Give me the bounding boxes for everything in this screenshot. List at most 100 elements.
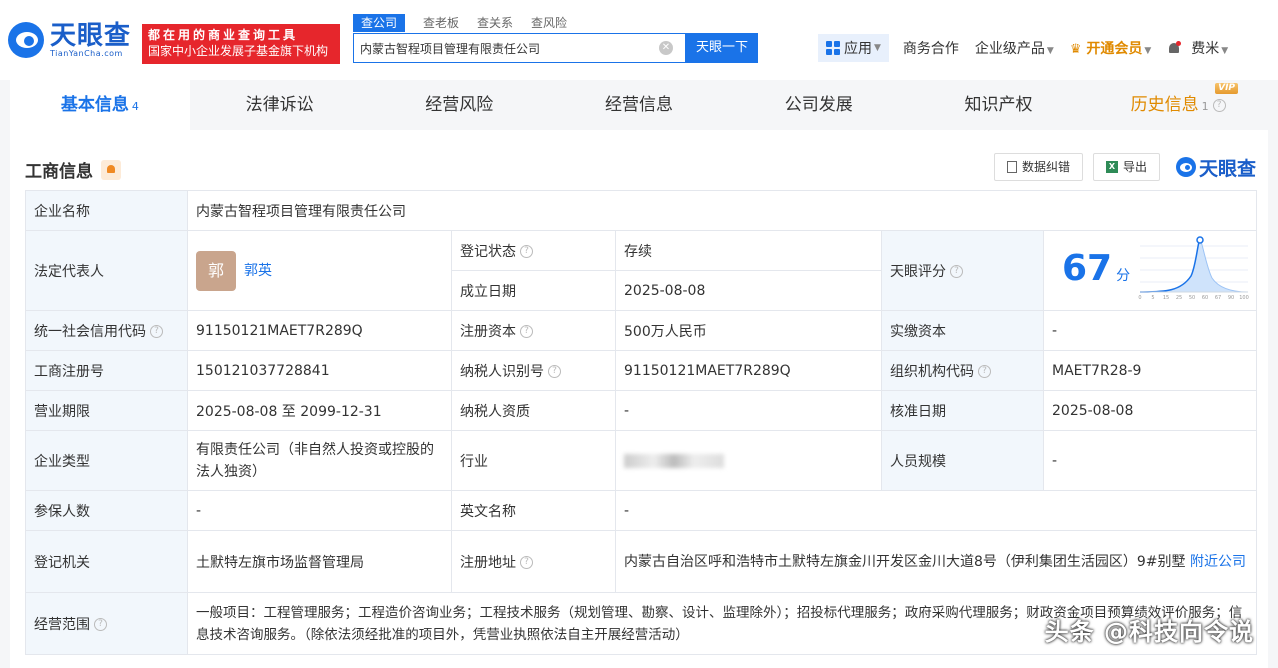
table-row: 参保人数 - 英文名称 - [25, 490, 1258, 531]
score-marker [1196, 235, 1204, 244]
help-icon[interactable]: ? [950, 265, 963, 278]
legal-rep-link[interactable]: 郭英 [244, 263, 272, 279]
industry-label: 行业 [451, 430, 616, 491]
apps-grid-icon [826, 41, 840, 55]
clear-icon[interactable]: ✕ [659, 41, 673, 55]
score-tick-label: 100 [1239, 295, 1249, 301]
help-icon[interactable]: ? [94, 618, 107, 631]
tab-ip[interactable]: 知识产权 [909, 80, 1089, 130]
tab-development[interactable]: 公司发展 [729, 80, 909, 130]
section-tools: 数据纠错 X 导出 天眼查 [993, 153, 1256, 181]
taxpayer-id-label: 纳税人识别号? [451, 350, 616, 391]
slogan-line-1: 都在用的商业查询工具 [148, 28, 299, 42]
tab-label: 法律诉讼 [245, 95, 314, 115]
search-tab-relation[interactable]: 查关系 [477, 14, 513, 32]
header-nav: 应用 ▼ 商务合作 企业级产品 ▼ ♛ 开通会员 ▼ 费米 ▼ [818, 34, 1244, 62]
help-icon[interactable]: ? [150, 325, 163, 338]
apps-label: 应用 [844, 41, 872, 57]
score-unit: 分 [1116, 267, 1131, 284]
bell-subscribe-icon[interactable] [101, 159, 121, 180]
search-tab-risk[interactable]: 查风险 [531, 14, 567, 32]
brand-text: 天眼查 [1198, 157, 1256, 180]
table-row: 统一社会信用代码? 91150121MAET7R289Q 注册资本? 500万人… [25, 310, 1258, 351]
taxpayer-qual-label: 纳税人资质 [451, 390, 616, 431]
company-name-label: 企业名称 [25, 190, 188, 231]
chevron-down-icon: ▼ [1144, 46, 1152, 56]
vip-membership-button[interactable]: ♛ 开通会员 ▼ [1070, 38, 1151, 58]
nav-business-cooperation[interactable]: 商务合作 [903, 38, 959, 58]
authority-label: 登记机关 [25, 530, 188, 593]
tab-label: 经营风险 [425, 95, 494, 115]
search-tab-boss[interactable]: 查老板 [423, 14, 459, 32]
chevron-down-icon: ▼ [874, 43, 881, 53]
blurred-industry [624, 453, 724, 468]
business-info-panel: 工商信息 数据纠错 X 导出 天眼查 企业名称 内蒙古智程项目管理有限责任公司 法… [10, 130, 1268, 668]
address-cell: 内蒙古自治区呼和浩特市土默特左旗金川开发区金川大道8号（伊利集团生活园区）9#别… [614, 530, 1258, 593]
industry-value [615, 430, 882, 491]
tab-basic-info[interactable]: 基本信息 4 [10, 80, 190, 130]
help-icon[interactable]: ? [520, 245, 533, 258]
avatar[interactable]: 郭 [196, 250, 236, 291]
help-icon[interactable]: ? [520, 325, 533, 338]
logo-domain: TianYanCha.com [50, 48, 123, 58]
approve-date-label: 核准日期 [881, 390, 1044, 431]
tianyancha-logo[interactable]: 天眼查 TianYanCha.com [8, 22, 131, 58]
user-menu[interactable]: 费米 ▼ [1191, 38, 1228, 58]
credit-code-value: 91150121MAET7R289Q [187, 310, 452, 351]
score-tick-label: 25 [1176, 295, 1182, 301]
section-title: 工商信息 [25, 157, 121, 182]
search-tab-company[interactable]: 查公司 [353, 14, 406, 32]
search-input[interactable] [354, 41, 654, 55]
table-row: 企业名称 内蒙古智程项目管理有限责任公司 [25, 190, 1258, 231]
tab-operation-info[interactable]: 经营信息 [549, 80, 729, 130]
type-value: 有限责任公司（非自然人投资或控股的法人独资） [187, 430, 452, 491]
logo-text: 天眼查 [50, 20, 132, 51]
scope-label-text: 经营范围 [34, 616, 90, 633]
tab-count: 1 [1201, 100, 1209, 113]
score-value: 67 分 [1062, 248, 1130, 289]
tab-legal[interactable]: 法律诉讼 [190, 80, 370, 130]
data-correction-button[interactable]: 数据纠错 [993, 153, 1083, 181]
tab-label: 公司发展 [784, 95, 853, 115]
type-label: 企业类型 [25, 430, 188, 491]
score-tick-label: 67 [1215, 295, 1221, 301]
found-date-label: 成立日期 [451, 270, 616, 311]
apps-button[interactable]: 应用 ▼ [818, 34, 889, 62]
approve-date-value: 2025-08-08 [1042, 390, 1258, 431]
reg-status-label: 登记状态? [451, 230, 616, 271]
tab-label: 经营信息 [605, 95, 674, 115]
top-header: 天眼查 TianYanCha.com 都在用的商业查询工具 国家中小企业发展子基… [0, 0, 1278, 80]
staff-label: 人员规模 [881, 430, 1044, 491]
slogan-banner: 都在用的商业查询工具 国家中小企业发展子基金旗下机构 [142, 24, 340, 64]
help-icon[interactable]: ? [1212, 98, 1226, 112]
tab-label: 历史信息 [1130, 95, 1199, 115]
insured-label: 参保人数 [25, 490, 188, 531]
export-button[interactable]: X 导出 [1092, 153, 1160, 181]
score-label-text: 天眼评分 [890, 263, 946, 280]
help-icon[interactable]: ? [978, 365, 991, 378]
legal-rep-label: 法定代表人 [25, 230, 188, 311]
en-name-label: 英文名称 [451, 490, 616, 531]
reg-status-value: 存续 [615, 230, 882, 271]
credit-code-label-text: 统一社会信用代码 [34, 323, 146, 340]
search-box: ✕ [353, 33, 686, 63]
nearby-companies-link[interactable]: 附近公司 [1190, 554, 1246, 570]
help-icon[interactable]: ? [520, 556, 533, 569]
reg-capital-label-text: 注册资本 [460, 323, 516, 340]
en-name-value: - [614, 490, 1258, 531]
legal-rep-cell: 郭郭英 [187, 230, 452, 311]
address-label-text: 注册地址 [460, 554, 516, 571]
help-icon[interactable]: ? [548, 365, 561, 378]
scope-label: 经营范围? [25, 592, 188, 655]
tab-operation-risk[interactable]: 经营风险 [369, 80, 549, 130]
tab-label: 知识产权 [964, 95, 1033, 115]
search-button[interactable]: 天眼一下 [686, 33, 758, 63]
insured-value: - [187, 490, 452, 531]
bell-icon[interactable] [1167, 41, 1182, 55]
reg-no-value: 150121037728841 [187, 350, 452, 391]
eye-logo-icon [1175, 157, 1196, 177]
tab-history[interactable]: VIP 历史信息 1? [1088, 80, 1268, 130]
main-tabs: 基本信息 4 法律诉讼 经营风险 经营信息 公司发展 知识产权 VIP 历史信息 1… [10, 80, 1268, 130]
nav-enterprise-products[interactable]: 企业级产品 ▼ [975, 38, 1054, 58]
score-cell[interactable]: 67 分 0 5 15 25 50 60 67 90 100 [1042, 230, 1258, 311]
